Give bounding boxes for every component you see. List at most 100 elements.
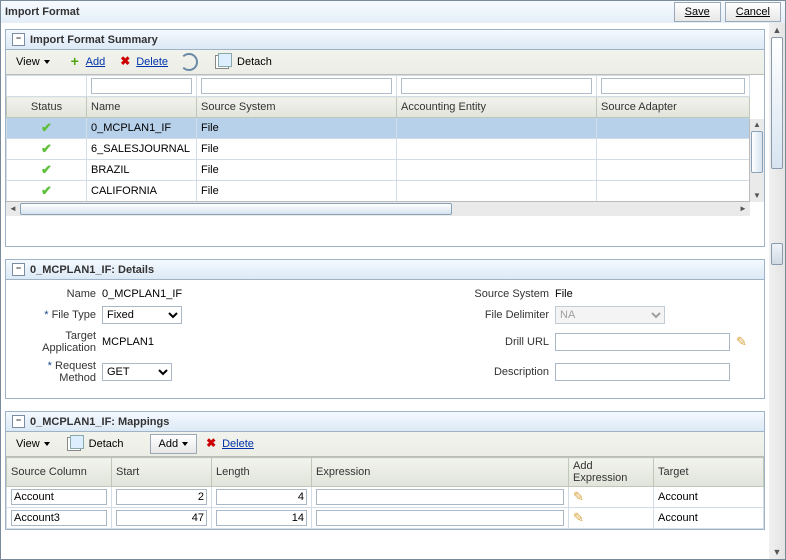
- detach-button[interactable]: Detach: [209, 52, 278, 72]
- col-target[interactable]: Target: [654, 458, 764, 487]
- pencil-icon[interactable]: ✎: [573, 489, 584, 504]
- description-input[interactable]: [555, 363, 730, 381]
- add-label: Add: [159, 438, 179, 450]
- save-button[interactable]: Save: [674, 2, 721, 22]
- scroll-up-arrow-icon[interactable]: ▲: [769, 23, 785, 37]
- add-button[interactable]: Add: [150, 434, 198, 454]
- filter-row: [7, 76, 750, 97]
- table-row[interactable]: ✔ BRAZIL File: [7, 160, 750, 181]
- col-name[interactable]: Name: [87, 97, 197, 118]
- collapse-icon[interactable]: −: [12, 263, 25, 276]
- check-icon: ✔: [41, 183, 52, 198]
- delete-button[interactable]: ✖Delete: [197, 434, 260, 454]
- collapse-icon[interactable]: −: [12, 33, 25, 46]
- file-delimiter-label: File Delimiter: [459, 309, 549, 321]
- import-format-window: Import Format Save Cancel ▲ ▼ − Import F…: [0, 0, 786, 560]
- delete-button[interactable]: ✖Delete: [111, 52, 174, 72]
- file-delimiter-select: NA: [555, 306, 665, 324]
- titlebar: Import Format Save Cancel: [1, 1, 785, 24]
- cell-source-system: File: [197, 118, 397, 139]
- cell-accounting-entity: [397, 181, 597, 202]
- cell-accounting-entity: [397, 139, 597, 160]
- col-start[interactable]: Start: [112, 458, 212, 487]
- expression-input[interactable]: [316, 510, 564, 526]
- check-icon: ✔: [41, 141, 52, 156]
- source-column-input[interactable]: [11, 489, 107, 505]
- col-status[interactable]: Status: [7, 97, 87, 118]
- scroll-marker: [771, 243, 783, 265]
- source-system-label: Source System: [459, 288, 549, 300]
- cell-source-adapter: [597, 181, 750, 202]
- col-source-adapter[interactable]: Source Adapter: [597, 97, 750, 118]
- detach-button[interactable]: Detach: [61, 434, 130, 454]
- refresh-button[interactable]: [174, 52, 204, 72]
- table-row[interactable]: ✔ CALIFORNIA File: [7, 181, 750, 202]
- cell-source-system: File: [197, 160, 397, 181]
- expression-input[interactable]: [316, 489, 564, 505]
- summary-vscroll[interactable]: ▲ ▼: [749, 119, 764, 202]
- mappings-panel: − 0_MCPLAN1_IF: Mappings View Detach Add…: [5, 411, 765, 530]
- check-icon: ✔: [41, 162, 52, 177]
- detach-label: Detach: [237, 56, 272, 68]
- view-menu[interactable]: View: [10, 52, 56, 72]
- details-form: Name 0_MCPLAN1_IF Source System File Fil…: [6, 280, 764, 392]
- scroll-down-arrow-icon[interactable]: ▼: [750, 190, 764, 202]
- cell-name: 0_MCPLAN1_IF: [87, 118, 197, 139]
- scroll-down-arrow-icon[interactable]: ▼: [769, 545, 785, 559]
- scroll-left-arrow-icon[interactable]: ◄: [6, 202, 20, 216]
- request-method-select[interactable]: GET: [102, 363, 172, 381]
- filter-name-input[interactable]: [91, 78, 192, 94]
- summary-header: − Import Format Summary: [6, 30, 764, 50]
- pencil-icon[interactable]: ✎: [736, 334, 754, 350]
- scroll-thumb[interactable]: [771, 37, 783, 169]
- scroll-thumb[interactable]: [751, 131, 763, 173]
- table-row[interactable]: ✎ Account: [7, 487, 764, 508]
- col-expression[interactable]: Expression: [312, 458, 569, 487]
- source-column-input[interactable]: [11, 510, 107, 526]
- summary-grid: Status Name Source System Accounting Ent…: [6, 75, 750, 201]
- scroll-up-arrow-icon[interactable]: ▲: [750, 119, 764, 131]
- file-type-label: File Type: [16, 309, 96, 321]
- view-menu[interactable]: View: [10, 434, 56, 454]
- col-accounting-entity[interactable]: Accounting Entity: [397, 97, 597, 118]
- summary-hscroll[interactable]: ◄ ►: [6, 201, 750, 216]
- cell-source-adapter: [597, 160, 750, 181]
- filter-source-adapter-input[interactable]: [601, 78, 745, 94]
- length-input[interactable]: [216, 510, 307, 526]
- table-row[interactable]: ✔ 6_SALESJOURNAL File: [7, 139, 750, 160]
- cell-name: BRAZIL: [87, 160, 197, 181]
- cell-source-adapter: [597, 139, 750, 160]
- scroll-right-arrow-icon[interactable]: ►: [736, 202, 750, 216]
- name-label: Name: [16, 288, 96, 300]
- cell-accounting-entity: [397, 118, 597, 139]
- detach-icon: [215, 55, 229, 69]
- mappings-grid: Source Column Start Length Expression Ad…: [6, 457, 764, 529]
- col-add-expression[interactable]: Add Expression: [569, 458, 654, 487]
- mappings-title: 0_MCPLAN1_IF: Mappings: [30, 416, 169, 428]
- outer-scrollbar[interactable]: ▲ ▼: [768, 23, 785, 559]
- scroll-thumb[interactable]: [20, 203, 452, 215]
- length-input[interactable]: [216, 489, 307, 505]
- cancel-button[interactable]: Cancel: [725, 2, 781, 22]
- add-button[interactable]: +Add: [61, 52, 112, 72]
- filter-source-system-input[interactable]: [201, 78, 392, 94]
- header-row: Source Column Start Length Expression Ad…: [7, 458, 764, 487]
- summary-grid-wrap: Status Name Source System Accounting Ent…: [6, 75, 764, 216]
- collapse-icon[interactable]: −: [12, 415, 25, 428]
- table-row[interactable]: ✔ 0_MCPLAN1_IF File: [7, 118, 750, 139]
- start-input[interactable]: [116, 510, 207, 526]
- drill-url-input[interactable]: [555, 333, 730, 351]
- details-title: 0_MCPLAN1_IF: Details: [30, 264, 154, 276]
- filter-accounting-entity-input[interactable]: [401, 78, 592, 94]
- pencil-icon[interactable]: ✎: [573, 510, 584, 525]
- plus-icon: +: [67, 54, 83, 70]
- start-input[interactable]: [116, 489, 207, 505]
- col-length[interactable]: Length: [212, 458, 312, 487]
- check-icon: ✔: [41, 120, 52, 135]
- table-row[interactable]: ✎ Account: [7, 508, 764, 529]
- col-source-column[interactable]: Source Column: [7, 458, 112, 487]
- file-type-select[interactable]: Fixed: [102, 306, 182, 324]
- col-source-system[interactable]: Source System: [197, 97, 397, 118]
- summary-title: Import Format Summary: [30, 34, 158, 46]
- summary-panel: − Import Format Summary View +Add ✖Delet…: [5, 29, 765, 247]
